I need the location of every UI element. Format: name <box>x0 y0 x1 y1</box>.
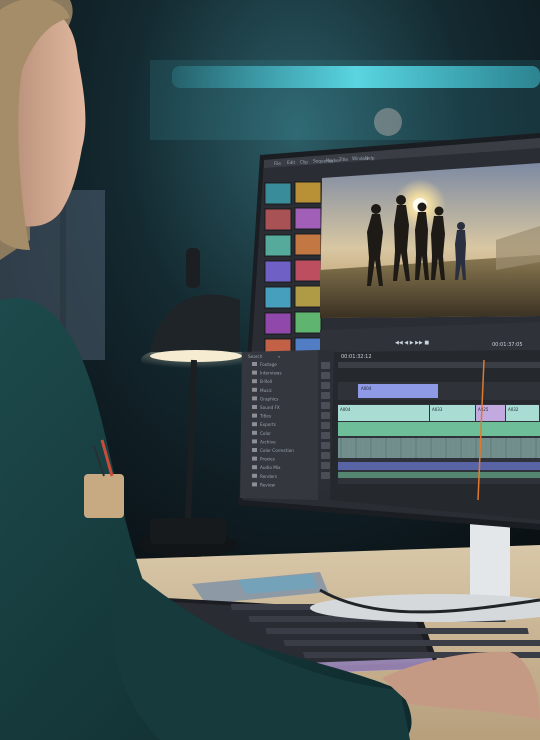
folder-item[interactable]: Color <box>260 431 271 436</box>
timeline-tool-icon[interactable] <box>321 362 330 369</box>
timeline-clip[interactable] <box>338 405 429 421</box>
folder-item[interactable]: Footage <box>260 362 277 367</box>
clip-label: A025 <box>478 407 489 412</box>
folder-item[interactable]: Color Correction <box>260 448 294 453</box>
media-thumbnail-image <box>295 286 321 307</box>
timeline-tool-icon[interactable] <box>321 462 330 469</box>
timeline-ruler <box>338 362 540 368</box>
folder-item[interactable]: Titles <box>259 414 271 419</box>
timeline-tool-icon[interactable] <box>321 422 330 429</box>
menu-item-help[interactable]: Help <box>365 155 375 160</box>
background-bokeh <box>374 108 402 136</box>
folder-icon <box>252 413 257 418</box>
folder-item[interactable]: Archive <box>260 439 276 444</box>
media-thumbnail-image <box>295 312 321 333</box>
timeline-tool-icon[interactable] <box>321 452 330 459</box>
media-thumbnail-image <box>295 208 321 229</box>
timeline-tool-icon[interactable] <box>321 412 330 419</box>
media-thumbnail-image <box>265 261 291 282</box>
timeline-tool-icon[interactable] <box>321 442 330 449</box>
folder-icon <box>252 482 257 487</box>
folder-item[interactable]: Music <box>260 388 273 393</box>
folder-icon <box>252 422 257 427</box>
folder-item[interactable]: Renders <box>260 474 277 479</box>
timeline-tool-icon[interactable] <box>321 382 330 389</box>
folder-item[interactable]: Proxies <box>260 457 275 462</box>
media-thumbnail-image <box>295 182 321 203</box>
media-thumbnail-image <box>265 235 291 256</box>
timeline-tool-icon[interactable] <box>321 392 330 399</box>
play-controls-icon[interactable]: ◀◀ ◀ ▶ ▶▶ ■ <box>395 340 429 346</box>
folder-icon <box>252 465 257 470</box>
folder-item[interactable]: Sound FX <box>260 405 280 410</box>
folder-icon <box>252 473 257 478</box>
media-thumbnail-image <box>265 183 291 204</box>
folder-icon <box>252 405 257 409</box>
clip-label: A033 <box>432 407 443 412</box>
preview-monitor <box>320 163 540 318</box>
menu-item-edit[interactable]: Edit <box>287 160 295 165</box>
folder-item[interactable]: Interviews <box>260 371 282 376</box>
media-thumbnail-image <box>265 287 291 308</box>
search-icon[interactable]: ⌕ <box>278 354 280 359</box>
folder-icon <box>252 387 257 392</box>
folder-item[interactable]: Exports <box>260 422 276 427</box>
search-field[interactable]: Search <box>248 354 263 359</box>
timeline-tracks: A004 A004 A033 A025 A032 <box>338 382 540 484</box>
folder-icon <box>252 430 257 435</box>
clip-label: A004 <box>361 386 372 391</box>
timeline-tool-icon[interactable] <box>321 372 330 379</box>
audio-clip[interactable] <box>338 462 540 470</box>
clip-label: A032 <box>508 407 519 412</box>
clip-label: A004 <box>340 407 351 412</box>
monitor-stand <box>470 520 510 600</box>
video-editor-app: File Edit Clip SequenceMarkerTitle WindowHel… <box>240 138 540 520</box>
media-thumbnail-image <box>295 260 321 281</box>
neon-glow <box>150 60 540 140</box>
timeline-tool-icon[interactable] <box>321 402 330 409</box>
audio-clip[interactable] <box>338 472 540 478</box>
folder-item[interactable]: Audio Mix <box>260 465 281 470</box>
media-thumbnail-image <box>265 209 291 230</box>
media-thumbnail-image <box>265 313 291 334</box>
timeline-tool-icon[interactable] <box>321 432 330 439</box>
folder-icon <box>252 370 257 375</box>
folder-icon <box>252 379 257 384</box>
timeline-tool-icon[interactable] <box>321 472 330 479</box>
folder-icon <box>252 362 257 366</box>
folder-icon <box>252 439 257 444</box>
menu-item-title[interactable]: Title <box>338 157 348 162</box>
timeline-timecode: 00:01:32:12 <box>341 354 372 360</box>
transport-controls[interactable]: ◀◀ ◀ ▶ ▶▶ ■ <box>395 340 429 346</box>
preview-timecode: 00:01:37:05 <box>492 342 523 348</box>
photo-scene: File Edit Clip SequenceMarkerTitle WindowHel… <box>0 0 540 740</box>
folder-icon <box>252 448 257 452</box>
folder-icon <box>252 396 257 401</box>
menu-item-clip[interactable]: Clip <box>300 159 308 164</box>
audio-clip[interactable] <box>338 438 540 458</box>
folder-item[interactable]: Graphics <box>260 396 279 401</box>
menu-item-file[interactable]: File <box>274 161 281 166</box>
audio-clip[interactable] <box>338 422 540 436</box>
media-thumbnail-image <box>295 234 321 255</box>
folder-icon <box>252 456 257 461</box>
folder-item[interactable]: B-Roll <box>260 379 272 384</box>
folder-item[interactable]: Review <box>260 482 276 487</box>
